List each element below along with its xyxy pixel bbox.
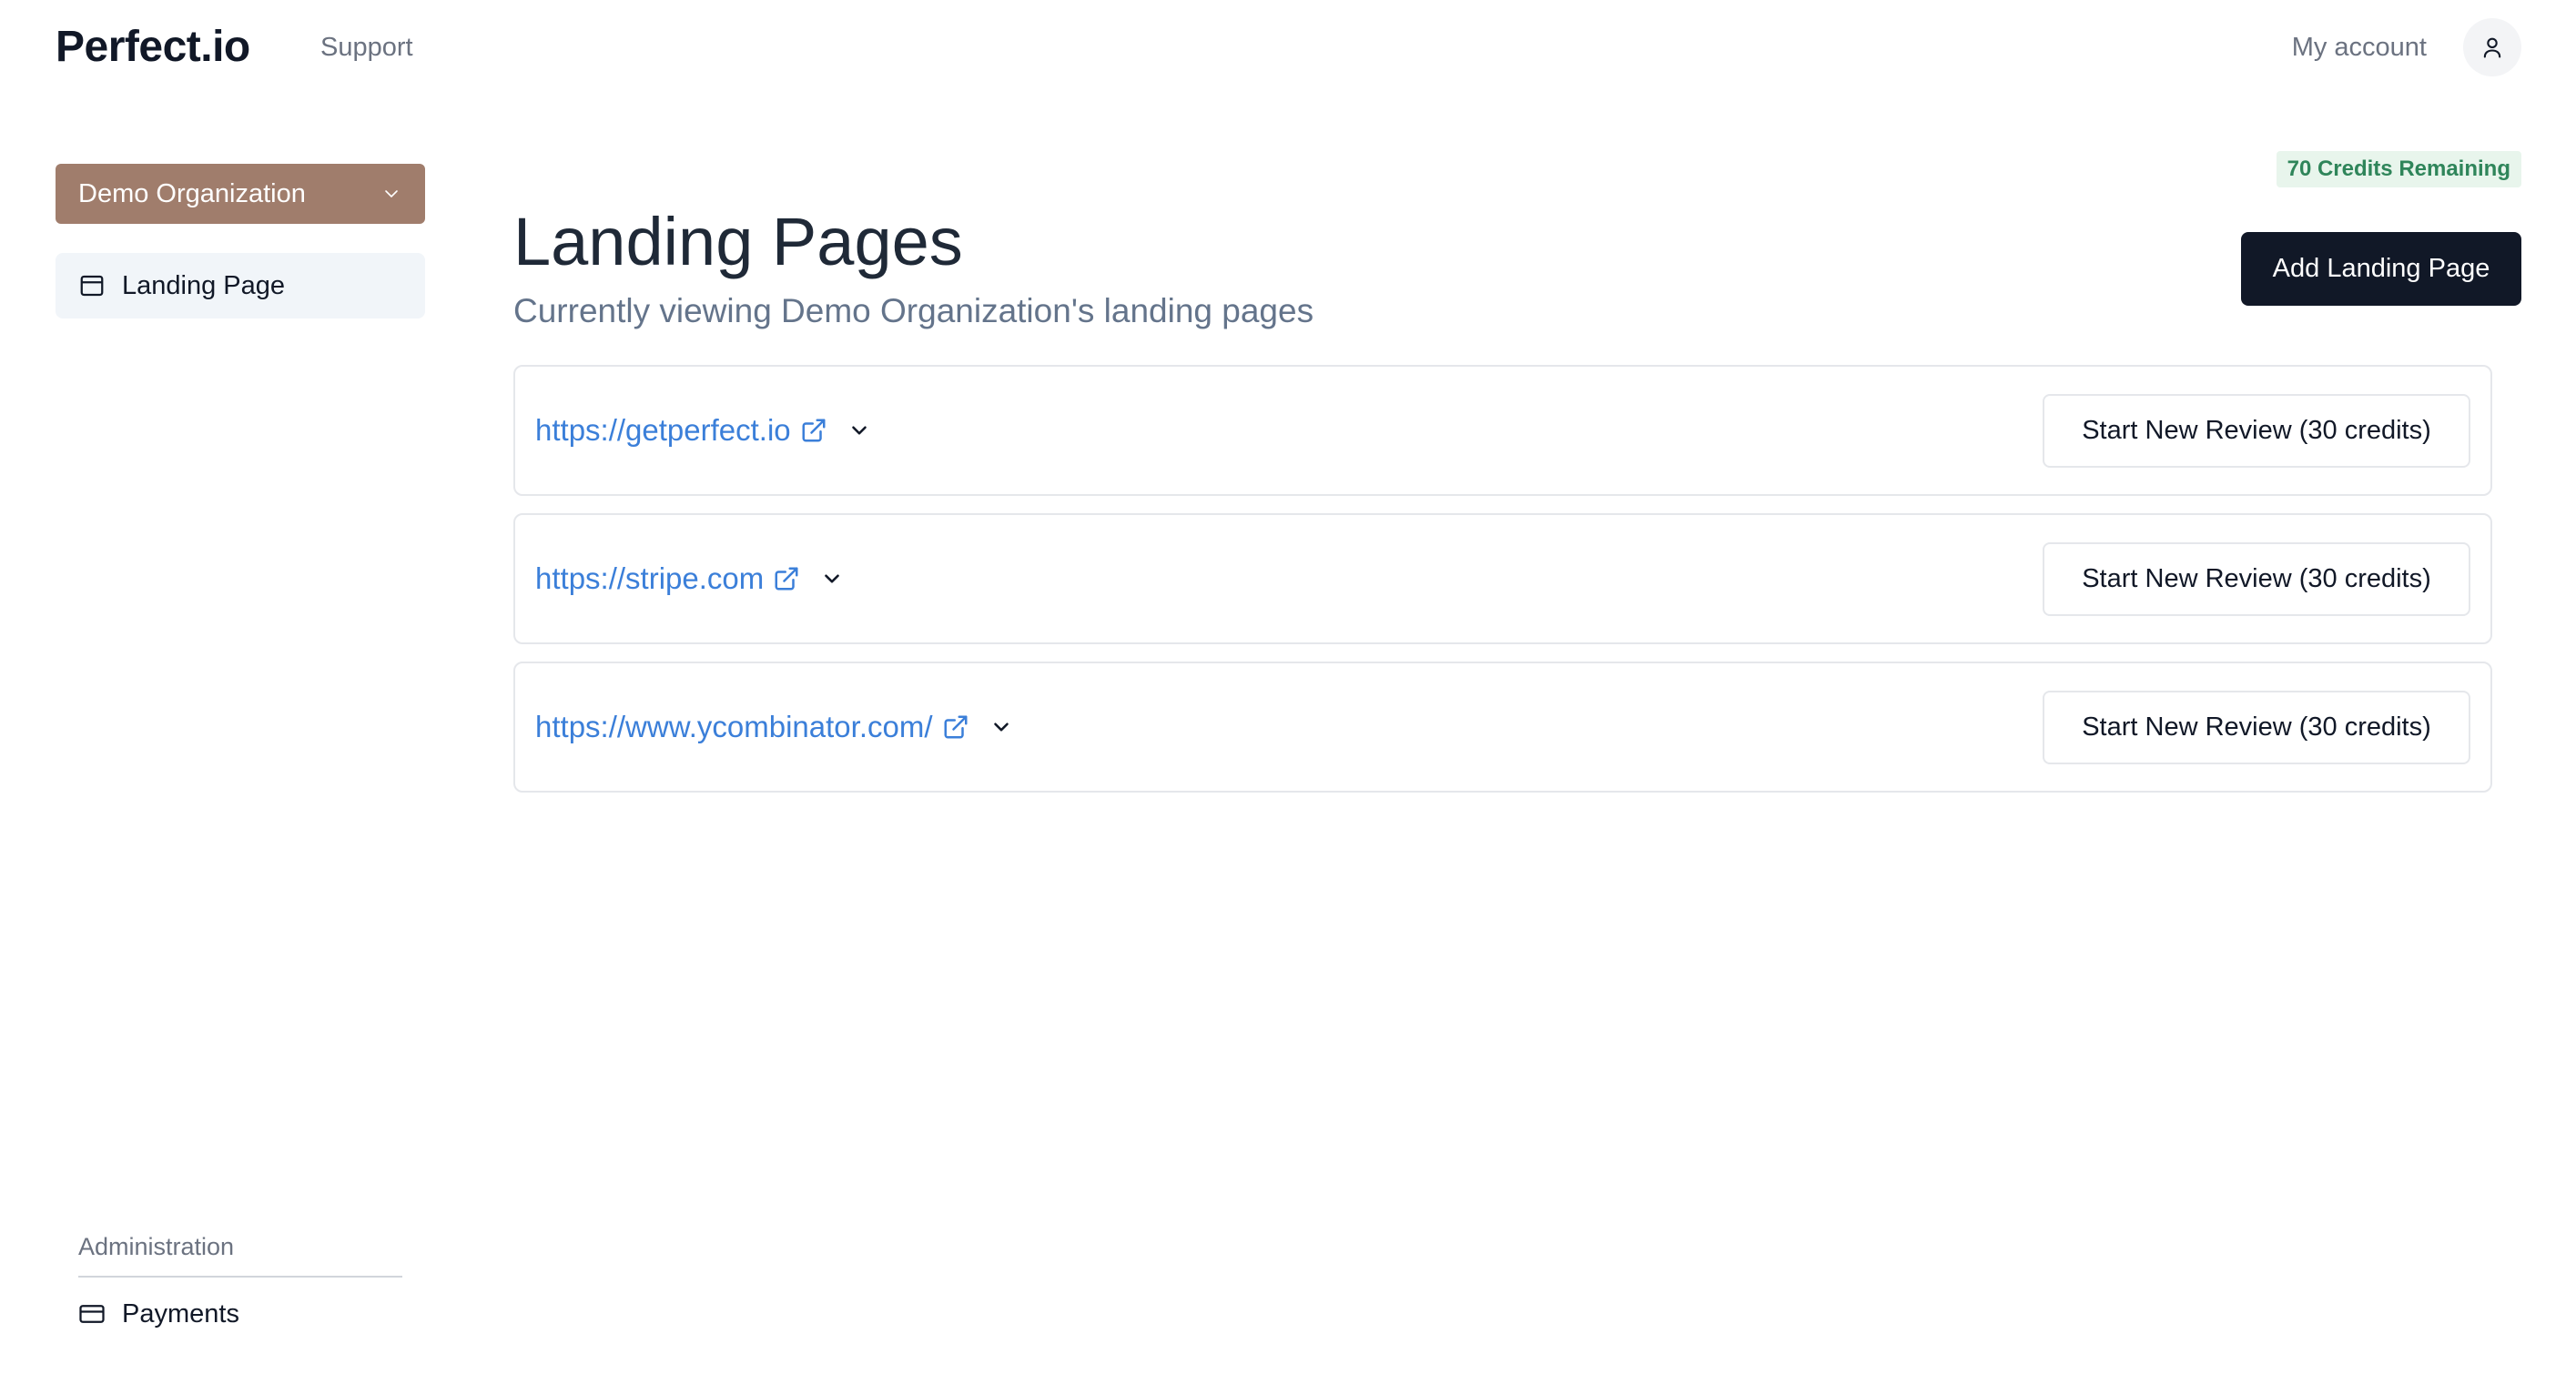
chevron-down-icon[interactable] xyxy=(847,419,871,442)
my-account-link[interactable]: My account xyxy=(2292,29,2427,66)
sidebar-item-label: Payments xyxy=(122,1298,239,1329)
landing-page-url-link[interactable]: https://www.ycombinator.com/ xyxy=(535,710,933,744)
browser-window-icon xyxy=(78,272,106,299)
landing-page-url-link[interactable]: https://getperfect.io xyxy=(535,413,791,448)
landing-page-row: https://stripe.com Start New Review (30 … xyxy=(513,513,2492,644)
chevron-down-icon xyxy=(385,190,398,197)
external-link-icon[interactable] xyxy=(773,565,800,592)
sidebar: Demo Organization Landing Page xyxy=(56,164,425,318)
admin-section-label: Administration xyxy=(78,1230,402,1278)
landing-pages-list: https://getperfect.io Start New Review (… xyxy=(513,365,2492,810)
landing-page-row-left: https://stripe.com xyxy=(535,561,844,596)
user-icon xyxy=(2483,37,2501,58)
support-link[interactable]: Support xyxy=(320,29,413,66)
sidebar-item-landing-page[interactable]: Landing Page xyxy=(56,253,425,318)
page-subtitle: Currently viewing Demo Organization's la… xyxy=(513,292,1314,329)
admin-section: Administration Payments xyxy=(78,1230,402,1332)
organization-selector[interactable]: Demo Organization xyxy=(56,164,425,224)
organization-selector-value: Demo Organization xyxy=(78,178,306,208)
start-new-review-button[interactable]: Start New Review (30 credits) xyxy=(2043,393,2470,468)
landing-page-url-link[interactable]: https://stripe.com xyxy=(535,561,764,596)
chevron-down-icon[interactable] xyxy=(989,715,1013,739)
avatar[interactable] xyxy=(2463,18,2521,76)
sidebar-item-payments[interactable]: Payments xyxy=(78,1296,402,1332)
landing-page-row: https://getperfect.io Start New Review (… xyxy=(513,365,2492,496)
app-logo[interactable]: Perfect.io xyxy=(56,18,250,76)
external-link-icon[interactable] xyxy=(942,713,969,741)
chevron-down-icon[interactable] xyxy=(820,567,844,591)
top-header: Perfect.io Support My account xyxy=(0,0,2576,100)
credit-card-icon xyxy=(78,1300,106,1328)
sidebar-item-label: Landing Page xyxy=(122,270,285,300)
credits-badge: 70 Credits Remaining xyxy=(2276,151,2521,187)
external-link-icon[interactable] xyxy=(800,417,827,444)
landing-page-row-left: https://getperfect.io xyxy=(535,413,871,448)
start-new-review-button[interactable]: Start New Review (30 credits) xyxy=(2043,690,2470,764)
page-title: Landing Pages xyxy=(513,204,963,279)
landing-page-row-left: https://www.ycombinator.com/ xyxy=(535,710,1013,744)
start-new-review-button[interactable]: Start New Review (30 credits) xyxy=(2043,541,2470,616)
add-landing-page-button[interactable]: Add Landing Page xyxy=(2241,232,2521,306)
landing-page-row: https://www.ycombinator.com/ Start New R… xyxy=(513,662,2492,793)
